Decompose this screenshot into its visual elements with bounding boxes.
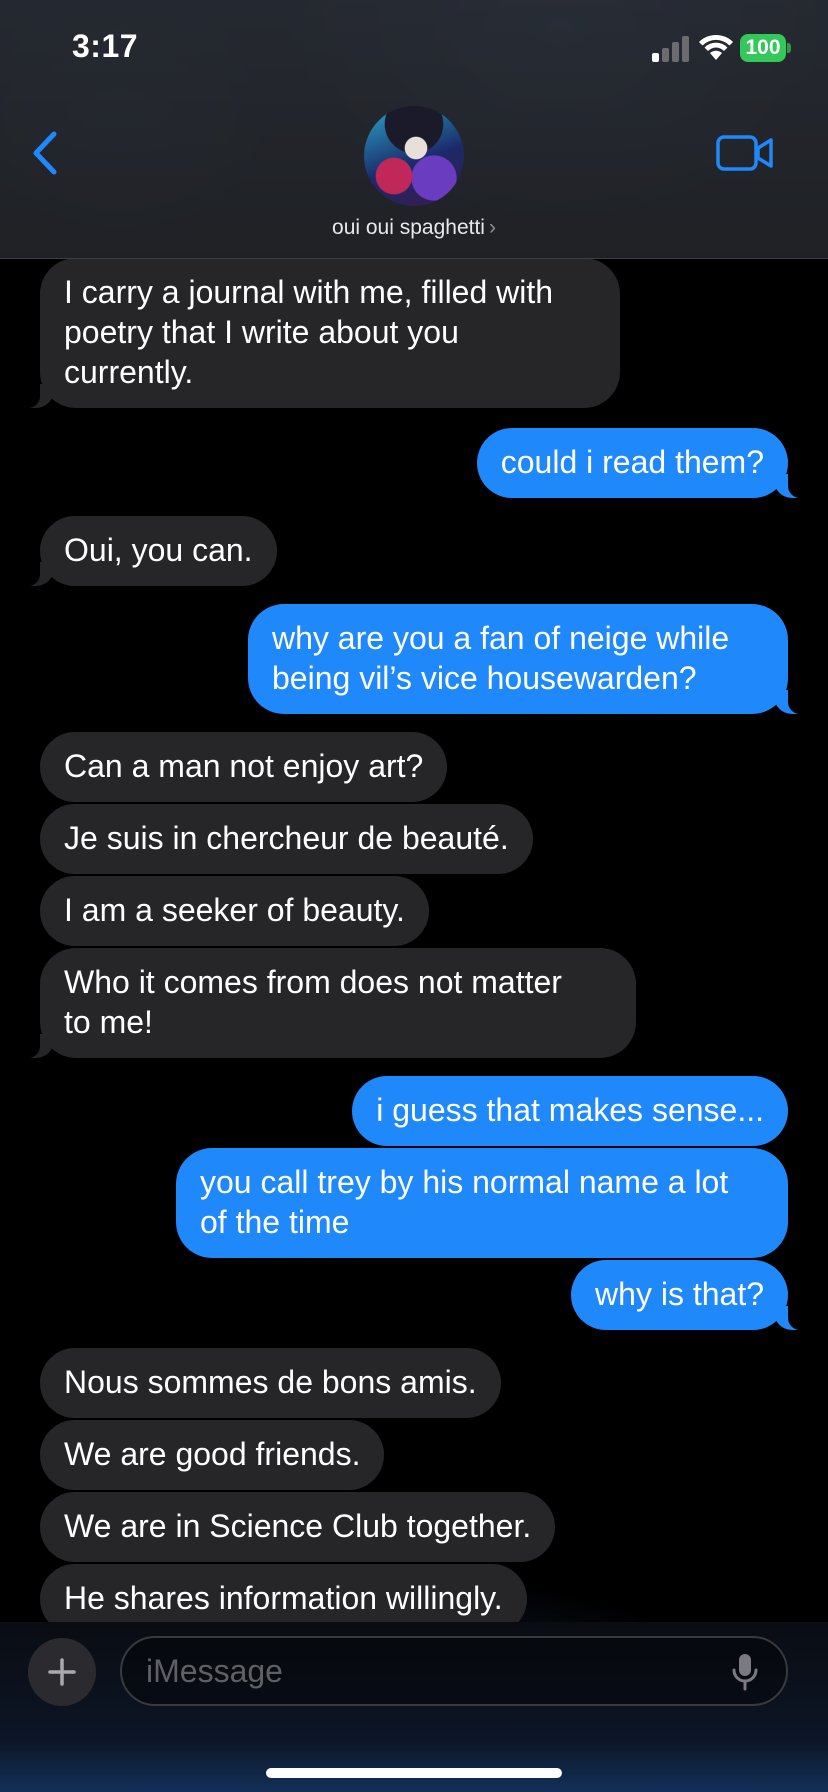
plus-button[interactable] — [28, 1638, 96, 1706]
video-camera-icon[interactable] — [716, 134, 774, 172]
message-bubble-outgoing[interactable]: why is that? — [571, 1260, 810, 1330]
message-bubble-outgoing[interactable]: why are you a fan of neige while being v… — [248, 604, 810, 714]
conversation-header: 3:17 100 oui oui spaghetti › — [0, 0, 828, 259]
message-bubble-incoming[interactable]: Je suis in chercheur de beauté. — [40, 804, 533, 874]
wifi-icon — [699, 34, 733, 60]
contact-name: oui oui spaghetti — [332, 216, 485, 239]
message-bubble-incoming[interactable]: He shares information willingly. — [40, 1564, 527, 1622]
contact-name-button[interactable]: oui oui spaghetti › — [0, 216, 828, 240]
battery-indicator: 100 — [740, 34, 791, 62]
message-bubble-outgoing[interactable]: could i read them? — [476, 428, 811, 498]
message-bubble-outgoing[interactable]: you call trey by his normal name a lot o… — [176, 1148, 788, 1258]
plus-icon — [48, 1658, 76, 1686]
battery-level: 100 — [740, 34, 786, 62]
chevron-right-icon: › — [488, 216, 496, 239]
back-chevron-icon[interactable] — [28, 128, 64, 178]
status-time: 3:17 — [72, 28, 139, 64]
message-bubble-incoming[interactable]: I carry a journal with me, filled with p… — [18, 258, 620, 408]
message-bubble-incoming[interactable]: Nous sommes de bons amis. — [40, 1348, 501, 1418]
signal-icon — [652, 34, 692, 62]
message-bubble-incoming[interactable]: Can a man not enjoy art? — [40, 732, 448, 802]
message-input[interactable] — [120, 1636, 788, 1706]
message-bubble-incoming[interactable]: Oui, you can. — [18, 516, 277, 586]
message-bubble-incoming[interactable]: We are good friends. — [40, 1420, 385, 1490]
microphone-icon[interactable] — [730, 1652, 760, 1692]
contact-avatar[interactable] — [364, 106, 464, 206]
home-indicator[interactable] — [266, 1768, 562, 1778]
message-bubble-incoming[interactable]: I am a seeker of beauty. — [40, 876, 429, 946]
message-bubble-outgoing[interactable]: i guess that makes sense... — [352, 1076, 788, 1146]
message-bubble-incoming[interactable]: Who it comes from does not matter to me! — [18, 948, 636, 1058]
message-bubble-incoming[interactable]: We are in Science Club together. — [40, 1492, 556, 1562]
message-composer — [0, 1622, 828, 1792]
